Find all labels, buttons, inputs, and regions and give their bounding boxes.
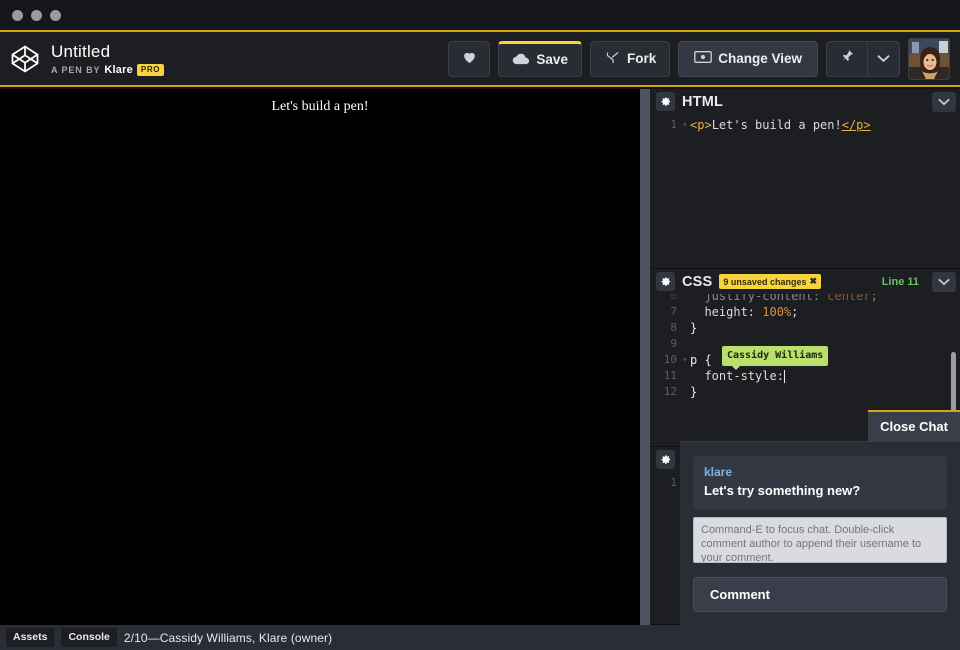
cloud-icon [512,52,530,68]
preview-pane[interactable]: Let's build a pen! [0,89,640,625]
chevron-down-icon [938,273,950,291]
fork-label: Fork [627,51,656,66]
code-text: justify-content: center; [690,294,878,304]
gear-icon[interactable] [656,92,675,111]
code-line: 12} [650,384,960,400]
gear-icon[interactable] [656,272,675,291]
pin-options-caret[interactable] [867,42,899,76]
code-line: 11 font-style: [650,368,960,384]
window-close-dot[interactable] [12,10,23,21]
line-number: 10 [650,352,680,368]
code-text: <p>Let's build a pen!</p> [690,117,871,133]
text-cursor [784,370,785,383]
unsaved-changes-label: 9 unsaved changes [723,277,806,287]
pen-byline: A PEN BY Klare PRO [51,64,164,76]
byline-prefix: A PEN BY [51,65,100,75]
pin-button[interactable] [827,42,867,76]
code-line: 6 justify-content: center; [650,294,960,304]
window-titlebar [0,0,960,30]
line-number: 1 [650,475,680,491]
chat-input[interactable] [693,517,947,563]
fold-toggle-icon[interactable]: ▾ [680,117,690,133]
html-code-area[interactable]: 1▾<p>Let's build a pen!</p> [650,114,960,268]
pro-badge: PRO [137,64,164,76]
heart-icon [461,49,478,68]
line-number: 9 [650,336,680,352]
css-collapse-caret[interactable] [932,272,956,292]
code-text: } [690,320,697,336]
chat-message-text: Let's try something new? [704,483,936,498]
codepen-editor-window: Untitled A PEN BY Klare PRO [0,0,960,650]
code-text: height: 100%; [690,304,798,320]
layout-icon [694,50,712,67]
fork-icon [604,50,621,68]
page-title[interactable]: Untitled [51,42,164,61]
status-bar: Assets Console 2/10—Cassidy Williams, Kl… [0,625,960,650]
save-button[interactable]: Save [498,41,582,77]
chat-message-author[interactable]: klare [704,465,936,479]
code-line: 7 height: 100%; [650,304,960,320]
close-chat-tooltip[interactable]: Close Chat [868,410,960,442]
pen-header: Untitled A PEN BY Klare PRO [0,30,960,87]
save-label: Save [536,52,568,67]
avatar[interactable] [908,38,950,80]
line-number: 8 [650,320,680,336]
pen-meta: Untitled A PEN BY Klare PRO [51,42,164,76]
assets-button[interactable]: Assets [6,628,54,647]
code-text: } [690,384,697,400]
pin-button-group [826,41,900,77]
chat-panel: Close Chat klare Let's try something new… [680,441,960,625]
line-number: 6 [650,294,680,304]
line-number: 12 [650,384,680,400]
html-pane-header: HTML [650,89,960,114]
code-line: 1▾<p>Let's build a pen!</p> [650,117,960,133]
gear-icon[interactable] [656,450,675,469]
code-editors-column: HTML 1▾<p>Let's build a pen!</p> [650,89,960,625]
change-view-button[interactable]: Change View [678,41,818,77]
chevron-down-icon [938,93,950,111]
window-maximize-dot[interactable] [50,10,61,21]
chevron-down-icon [877,50,890,68]
comment-submit-button[interactable]: Comment [693,577,947,612]
fork-button[interactable]: Fork [590,41,670,77]
byline-username[interactable]: Klare [104,64,133,76]
window-minimize-dot[interactable] [31,10,42,21]
html-code-lines: 1▾<p>Let's build a pen!</p> [650,114,960,133]
line-number: 11 [650,368,680,384]
close-icon[interactable]: ✖ [809,276,817,287]
css-scrollbar-thumb[interactable] [951,352,956,414]
line-number: 7 [650,304,680,320]
html-collapse-caret[interactable] [932,92,956,112]
codepen-logo-icon[interactable] [8,42,42,76]
pane-splitter-handle[interactable] [640,89,650,625]
fold-toggle-icon[interactable]: ▾ [680,352,690,368]
html-pane: HTML 1▾<p>Let's build a pen!</p> [650,89,960,269]
code-line: 8} [650,320,960,336]
preview-content: Let's build a pen! [0,89,640,115]
chat-message: klare Let's try something new? [693,456,947,509]
code-text: p { [690,352,712,368]
presence-indicator: 2/10—Cassidy Williams, Klare (owner) [124,631,332,645]
line-indicator: Line 11 [882,276,919,288]
console-button[interactable]: Console [61,628,116,647]
editor-body: Let's build a pen! HTML [0,89,960,625]
pin-icon [840,48,855,69]
unsaved-changes-badge[interactable]: 9 unsaved changes ✖ [719,274,821,289]
change-view-label: Change View [718,51,802,66]
html-pane-title: HTML [682,94,723,110]
header-actions: Save Fork Change View [448,38,950,80]
collaborator-cursor-flag: Cassidy Williams [722,346,828,366]
line-number: 1 [650,117,680,133]
code-text: font-style: [690,368,785,384]
love-button[interactable] [448,41,490,77]
css-pane-title: CSS [682,274,712,290]
css-pane-header: CSS 9 unsaved changes ✖ Line 11 [650,269,960,294]
